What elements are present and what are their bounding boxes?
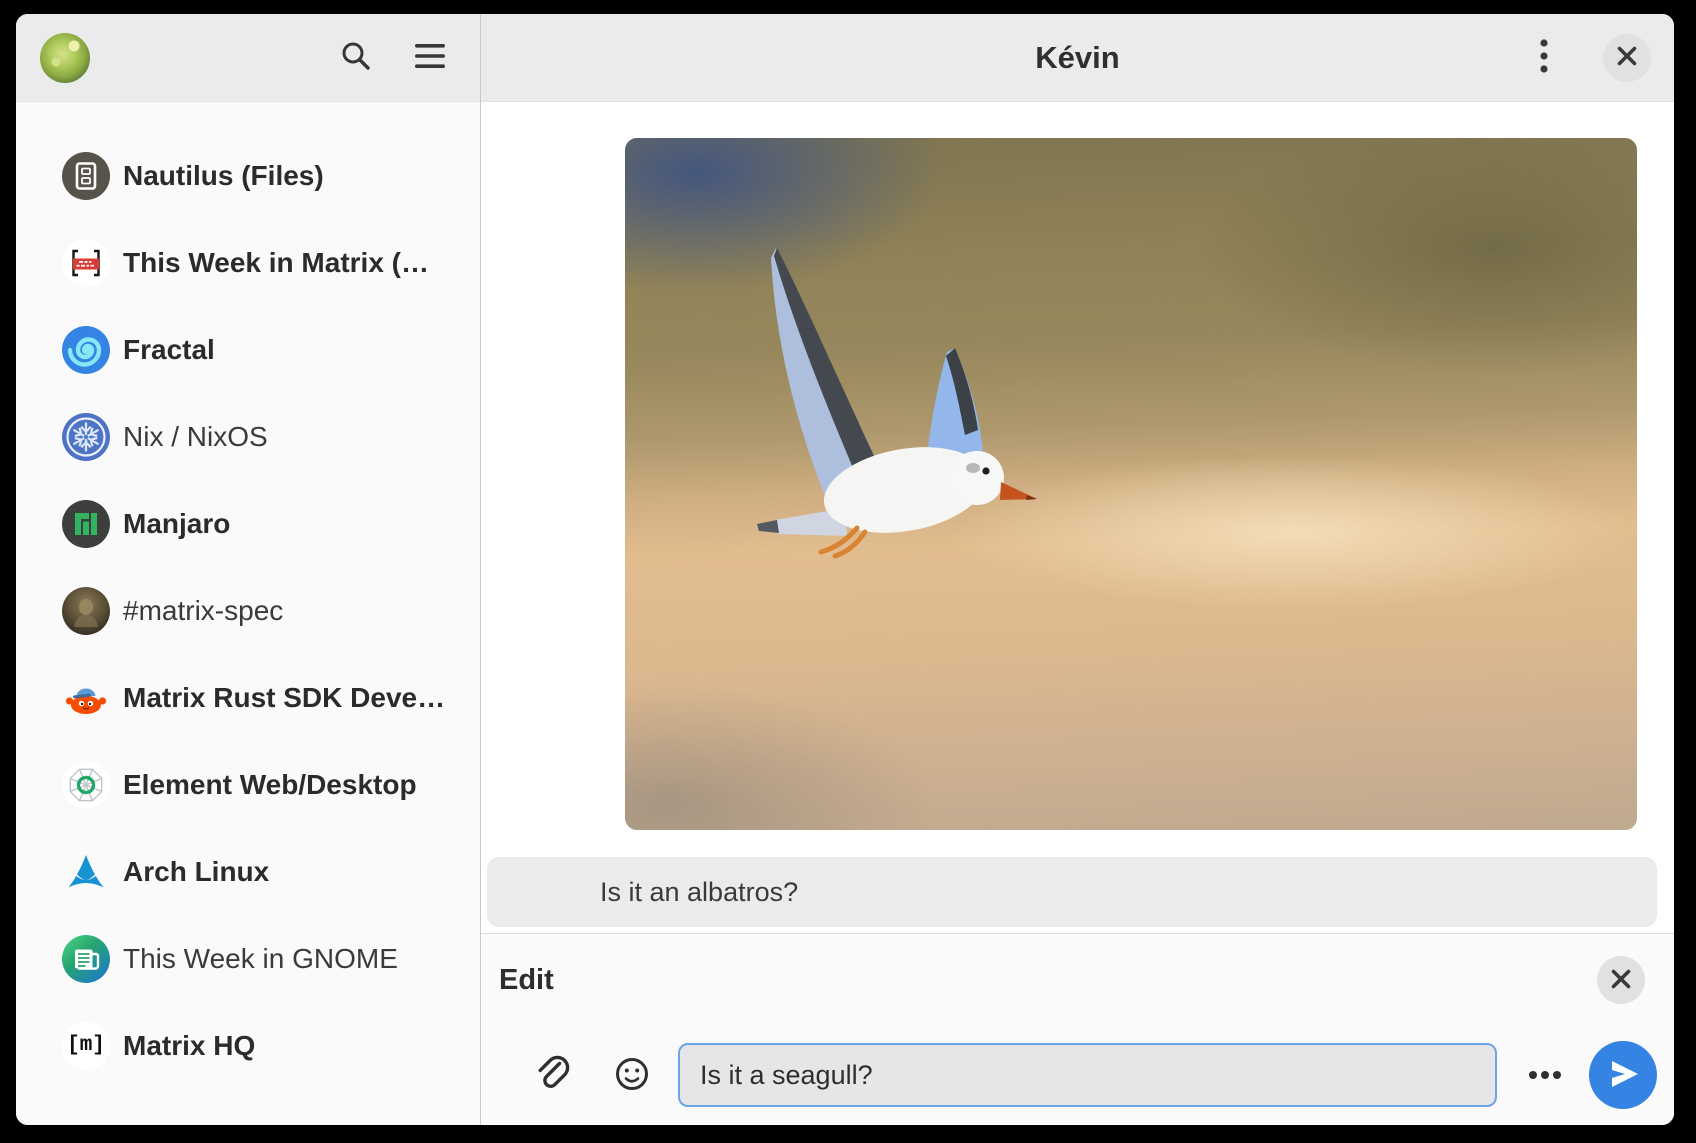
message-timeline: Is it an albatros? bbox=[481, 102, 1674, 933]
send-button[interactable] bbox=[1589, 1041, 1657, 1109]
kebab-menu-icon bbox=[1538, 38, 1550, 77]
close-icon bbox=[1610, 968, 1632, 993]
nix-snowflake-icon bbox=[62, 413, 110, 461]
message-image[interactable] bbox=[625, 138, 1637, 830]
room-name: This Week in Matrix (… bbox=[123, 247, 429, 279]
room-menu-button[interactable] bbox=[1520, 34, 1568, 82]
manjaro-logo-icon bbox=[62, 500, 110, 548]
more-options-button[interactable] bbox=[1521, 1051, 1569, 1099]
room-name: Matrix Rust SDK Deve… bbox=[123, 682, 445, 714]
room-name: Nautilus (Files) bbox=[123, 160, 324, 192]
room-name: This Week in GNOME bbox=[123, 943, 398, 975]
matrix-m-icon: [m] bbox=[62, 1022, 110, 1070]
sidebar-room-nautilus[interactable]: Nautilus (Files) bbox=[16, 132, 480, 219]
sidebar-room-twig[interactable]: This Week in GNOME bbox=[16, 915, 480, 1002]
sidebar-room-twim[interactable]: This Week in Matrix (… bbox=[16, 219, 480, 306]
fractal-spiral-icon bbox=[62, 326, 110, 374]
sidebar-room-nix[interactable]: Nix / NixOS bbox=[16, 393, 480, 480]
sidebar-room-fractal[interactable]: Fractal bbox=[16, 306, 480, 393]
sidebar-room-arch[interactable]: Arch Linux bbox=[16, 828, 480, 915]
room-name: Arch Linux bbox=[123, 856, 269, 888]
sidebar-room-rust-sdk[interactable]: Matrix Rust SDK Deve… bbox=[16, 654, 480, 741]
ferris-crab-icon bbox=[62, 674, 110, 722]
attach-file-button[interactable] bbox=[528, 1051, 576, 1099]
emoji-button[interactable] bbox=[608, 1051, 656, 1099]
hamburger-menu-icon bbox=[414, 43, 446, 72]
room-name: #matrix-spec bbox=[123, 595, 283, 627]
close-window-button[interactable] bbox=[1603, 34, 1651, 82]
sidebar-room-matrix-hq[interactable]: [m] Matrix HQ bbox=[16, 1002, 480, 1089]
message-text: Is it an albatros? bbox=[600, 877, 798, 908]
room-list: Nautilus (Files) This Week in Matrix (… bbox=[16, 102, 480, 1125]
edit-mode-label: Edit bbox=[499, 964, 554, 997]
send-plane-icon bbox=[1606, 1059, 1640, 1092]
smiley-icon bbox=[613, 1055, 651, 1096]
message-bubble: Is it an albatros? bbox=[487, 857, 1657, 927]
search-icon bbox=[339, 39, 373, 76]
edit-panel: Edit bbox=[481, 933, 1674, 1124]
fractal-app-window: Nautilus (Files) This Week in Matrix (… bbox=[16, 14, 1674, 1125]
room-name: Element Web/Desktop bbox=[123, 769, 417, 801]
sidebar-room-element[interactable]: Element Web/Desktop bbox=[16, 741, 480, 828]
portrait-photo-avatar bbox=[62, 587, 110, 635]
close-icon bbox=[1616, 45, 1638, 70]
twig-newspaper-icon bbox=[62, 935, 110, 983]
sidebar-header bbox=[16, 14, 480, 102]
sidebar: Nautilus (Files) This Week in Matrix (… bbox=[16, 14, 481, 1125]
sidebar-room-matrix-spec[interactable]: #matrix-spec bbox=[16, 567, 480, 654]
search-button[interactable] bbox=[332, 34, 380, 82]
chat-panel: Kévin bbox=[481, 14, 1674, 1125]
seagull-illustration bbox=[625, 138, 1637, 830]
element-web-icon bbox=[62, 761, 110, 809]
matrix-logo-text: [m] bbox=[67, 1034, 105, 1057]
room-name: Matrix HQ bbox=[123, 1030, 255, 1062]
room-name: Fractal bbox=[123, 334, 215, 366]
message-composer bbox=[481, 1026, 1674, 1124]
ellipsis-icon bbox=[1528, 1068, 1562, 1083]
twim-red-banner-icon bbox=[62, 239, 110, 287]
nautilus-drawer-icon bbox=[62, 152, 110, 200]
chat-title: Kévin bbox=[481, 40, 1674, 76]
message-input[interactable] bbox=[678, 1043, 1497, 1107]
chat-header: Kévin bbox=[481, 14, 1674, 102]
sidebar-room-manjaro[interactable]: Manjaro bbox=[16, 480, 480, 567]
cancel-edit-button[interactable] bbox=[1597, 956, 1645, 1004]
main-menu-button[interactable] bbox=[406, 34, 454, 82]
edit-mode-bar: Edit bbox=[481, 934, 1674, 1026]
room-name: Manjaro bbox=[123, 508, 230, 540]
arch-logo-icon bbox=[62, 848, 110, 896]
paperclip-icon bbox=[533, 1055, 571, 1096]
user-avatar[interactable] bbox=[40, 33, 90, 83]
room-name: Nix / NixOS bbox=[123, 421, 268, 453]
